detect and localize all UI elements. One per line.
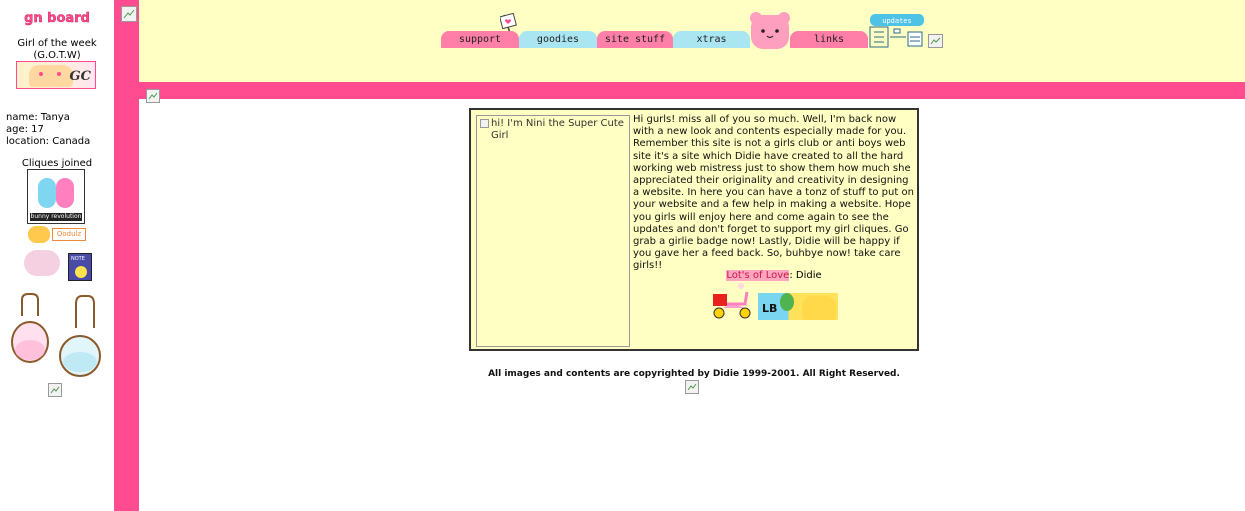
clique-badge-bunny[interactable]: bunny revolution — [27, 169, 85, 224]
gotw-title: Girl of the week (G.O.T.W) — [17, 38, 97, 61]
profile-location: location: Canada — [6, 136, 91, 147]
eye — [39, 72, 43, 76]
updates-button[interactable]: updates — [868, 14, 926, 48]
signature: Lot's of Love: Didie — [633, 270, 915, 281]
broken-image-icon — [685, 380, 699, 394]
gotw-badge[interactable]: GC — [16, 61, 96, 89]
welcome-message: Hi gurls! miss all of you so much. Well,… — [633, 114, 914, 272]
signature-name: : Didie — [789, 270, 822, 281]
bear-icon — [802, 296, 836, 320]
bunny-icon — [38, 178, 56, 208]
broken-image-icon — [480, 119, 489, 128]
broken-image-icon — [121, 6, 137, 22]
broken-image-icon — [928, 34, 943, 48]
oodulz-label: Oodulz — [52, 228, 86, 241]
scooter-icon[interactable] — [711, 282, 755, 320]
pink-divider-bar — [114, 0, 139, 511]
chick-icon — [75, 266, 87, 278]
lb-link-banner[interactable]: LB — [758, 293, 838, 320]
tab-site-stuff[interactable]: site stuff — [597, 31, 673, 48]
broken-image-icon — [146, 89, 160, 103]
gotw-badge-text: GC — [69, 69, 91, 84]
bunny-icon — [56, 178, 74, 208]
profile-name: name: Tanya — [6, 112, 70, 123]
site-logo[interactable]: gn board — [18, 8, 96, 26]
bear-icon — [28, 226, 50, 243]
perfume-bottles-icon — [11, 293, 101, 377]
tab-goodies[interactable]: goodies — [519, 31, 597, 48]
tab-xtras[interactable]: xtras — [673, 31, 750, 48]
svg-text:gn board: gn board — [24, 11, 90, 26]
note-label: NOTE — [71, 256, 85, 262]
profile-age: age: 17 — [6, 124, 44, 135]
broken-image-icon — [48, 383, 62, 397]
sheep-icon — [24, 250, 60, 276]
tab-links[interactable]: links — [790, 31, 868, 48]
face-graphic — [29, 65, 73, 87]
cliques-joined-label: Cliques joined — [21, 158, 93, 169]
lb-banner-text: LB — [762, 302, 778, 315]
clique-badge-oodulz[interactable]: Oodulz — [28, 226, 86, 243]
svg-text:updates: updates — [882, 17, 912, 25]
eye — [57, 72, 61, 76]
clique-badge-note[interactable]: NOTE — [68, 253, 92, 281]
signature-love: Lot's of Love — [726, 270, 790, 281]
welcome-box: hi! I'm Nini the Super Cute Girl Hi gurl… — [469, 108, 919, 351]
tab-support[interactable]: support — [441, 31, 519, 48]
pink-divider-strip — [139, 82, 1245, 99]
gotw-profile: name: Tanya age: 17 location: Canada — [6, 112, 90, 148]
nini-image-placeholder: hi! I'm Nini the Super Cute Girl — [476, 115, 630, 347]
bear-face-icon — [750, 12, 790, 49]
copyright-notice: All images and contents are copyrighted … — [488, 369, 900, 379]
clique-badge-sheep[interactable] — [20, 246, 64, 280]
left-sidebar: gn board Girl of the week (G.O.T.W) GC n… — [0, 0, 114, 511]
nini-image-alt: hi! I'm Nini the Super Cute Girl — [491, 118, 624, 141]
clique-caption: bunny revolution — [30, 213, 82, 221]
balloon-icon — [780, 293, 794, 311]
